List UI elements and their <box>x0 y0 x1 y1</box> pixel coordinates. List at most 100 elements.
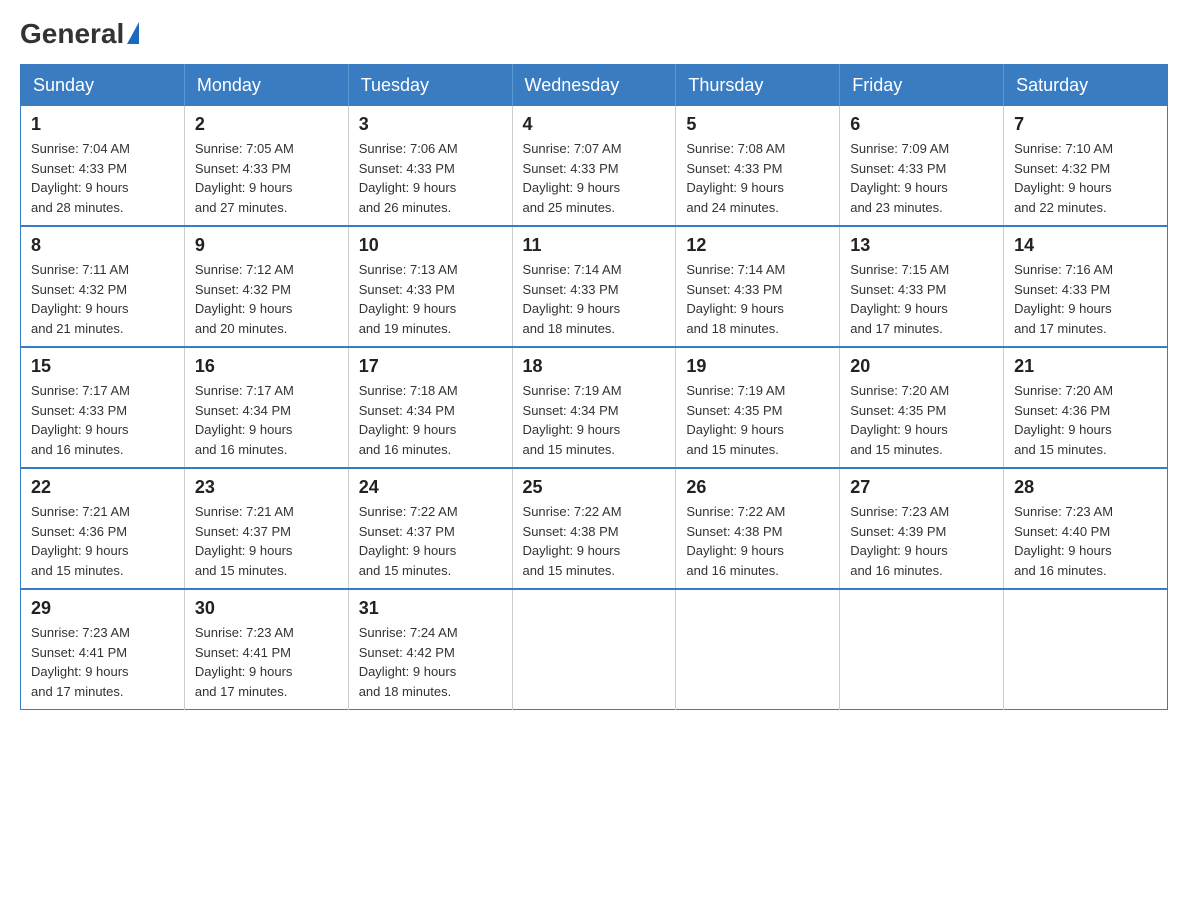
calendar-cell: 1 Sunrise: 7:04 AM Sunset: 4:33 PM Dayli… <box>21 106 185 226</box>
day-header-row: SundayMondayTuesdayWednesdayThursdayFrid… <box>21 65 1168 107</box>
day-info: Sunrise: 7:21 AM Sunset: 4:36 PM Dayligh… <box>31 502 174 580</box>
calendar-cell: 25 Sunrise: 7:22 AM Sunset: 4:38 PM Dayl… <box>512 468 676 589</box>
calendar-cell: 2 Sunrise: 7:05 AM Sunset: 4:33 PM Dayli… <box>184 106 348 226</box>
day-number: 11 <box>523 235 666 256</box>
day-number: 31 <box>359 598 502 619</box>
day-info: Sunrise: 7:05 AM Sunset: 4:33 PM Dayligh… <box>195 139 338 217</box>
day-info: Sunrise: 7:09 AM Sunset: 4:33 PM Dayligh… <box>850 139 993 217</box>
day-number: 7 <box>1014 114 1157 135</box>
day-number: 2 <box>195 114 338 135</box>
calendar-cell: 16 Sunrise: 7:17 AM Sunset: 4:34 PM Dayl… <box>184 347 348 468</box>
day-number: 9 <box>195 235 338 256</box>
day-number: 1 <box>31 114 174 135</box>
calendar-cell: 9 Sunrise: 7:12 AM Sunset: 4:32 PM Dayli… <box>184 226 348 347</box>
logo: General <box>20 20 139 44</box>
calendar-cell: 30 Sunrise: 7:23 AM Sunset: 4:41 PM Dayl… <box>184 589 348 710</box>
day-info: Sunrise: 7:23 AM Sunset: 4:41 PM Dayligh… <box>195 623 338 701</box>
week-row-4: 22 Sunrise: 7:21 AM Sunset: 4:36 PM Dayl… <box>21 468 1168 589</box>
day-info: Sunrise: 7:08 AM Sunset: 4:33 PM Dayligh… <box>686 139 829 217</box>
day-info: Sunrise: 7:24 AM Sunset: 4:42 PM Dayligh… <box>359 623 502 701</box>
day-info: Sunrise: 7:20 AM Sunset: 4:35 PM Dayligh… <box>850 381 993 459</box>
calendar-cell: 22 Sunrise: 7:21 AM Sunset: 4:36 PM Dayl… <box>21 468 185 589</box>
calendar-cell: 21 Sunrise: 7:20 AM Sunset: 4:36 PM Dayl… <box>1004 347 1168 468</box>
day-info: Sunrise: 7:16 AM Sunset: 4:33 PM Dayligh… <box>1014 260 1157 338</box>
day-number: 26 <box>686 477 829 498</box>
day-number: 16 <box>195 356 338 377</box>
day-info: Sunrise: 7:13 AM Sunset: 4:33 PM Dayligh… <box>359 260 502 338</box>
calendar-cell: 24 Sunrise: 7:22 AM Sunset: 4:37 PM Dayl… <box>348 468 512 589</box>
day-info: Sunrise: 7:17 AM Sunset: 4:33 PM Dayligh… <box>31 381 174 459</box>
calendar-cell: 11 Sunrise: 7:14 AM Sunset: 4:33 PM Dayl… <box>512 226 676 347</box>
day-number: 14 <box>1014 235 1157 256</box>
day-number: 4 <box>523 114 666 135</box>
day-number: 8 <box>31 235 174 256</box>
calendar-cell <box>676 589 840 710</box>
day-number: 12 <box>686 235 829 256</box>
day-header-thursday: Thursday <box>676 65 840 107</box>
calendar-cell: 23 Sunrise: 7:21 AM Sunset: 4:37 PM Dayl… <box>184 468 348 589</box>
calendar-cell: 5 Sunrise: 7:08 AM Sunset: 4:33 PM Dayli… <box>676 106 840 226</box>
calendar-cell: 29 Sunrise: 7:23 AM Sunset: 4:41 PM Dayl… <box>21 589 185 710</box>
calendar-table: SundayMondayTuesdayWednesdayThursdayFrid… <box>20 64 1168 710</box>
calendar-cell <box>512 589 676 710</box>
day-number: 24 <box>359 477 502 498</box>
day-info: Sunrise: 7:07 AM Sunset: 4:33 PM Dayligh… <box>523 139 666 217</box>
day-info: Sunrise: 7:15 AM Sunset: 4:33 PM Dayligh… <box>850 260 993 338</box>
day-info: Sunrise: 7:17 AM Sunset: 4:34 PM Dayligh… <box>195 381 338 459</box>
calendar-cell: 15 Sunrise: 7:17 AM Sunset: 4:33 PM Dayl… <box>21 347 185 468</box>
day-header-friday: Friday <box>840 65 1004 107</box>
calendar-cell: 19 Sunrise: 7:19 AM Sunset: 4:35 PM Dayl… <box>676 347 840 468</box>
day-number: 10 <box>359 235 502 256</box>
day-info: Sunrise: 7:23 AM Sunset: 4:39 PM Dayligh… <box>850 502 993 580</box>
day-number: 27 <box>850 477 993 498</box>
week-row-5: 29 Sunrise: 7:23 AM Sunset: 4:41 PM Dayl… <box>21 589 1168 710</box>
day-header-saturday: Saturday <box>1004 65 1168 107</box>
day-number: 22 <box>31 477 174 498</box>
day-info: Sunrise: 7:20 AM Sunset: 4:36 PM Dayligh… <box>1014 381 1157 459</box>
calendar-cell: 10 Sunrise: 7:13 AM Sunset: 4:33 PM Dayl… <box>348 226 512 347</box>
calendar-cell <box>1004 589 1168 710</box>
week-row-1: 1 Sunrise: 7:04 AM Sunset: 4:33 PM Dayli… <box>21 106 1168 226</box>
calendar-cell: 18 Sunrise: 7:19 AM Sunset: 4:34 PM Dayl… <box>512 347 676 468</box>
day-number: 30 <box>195 598 338 619</box>
day-info: Sunrise: 7:10 AM Sunset: 4:32 PM Dayligh… <box>1014 139 1157 217</box>
day-number: 19 <box>686 356 829 377</box>
day-number: 29 <box>31 598 174 619</box>
day-number: 23 <box>195 477 338 498</box>
day-info: Sunrise: 7:19 AM Sunset: 4:34 PM Dayligh… <box>523 381 666 459</box>
day-header-tuesday: Tuesday <box>348 65 512 107</box>
calendar-cell: 28 Sunrise: 7:23 AM Sunset: 4:40 PM Dayl… <box>1004 468 1168 589</box>
day-info: Sunrise: 7:23 AM Sunset: 4:41 PM Dayligh… <box>31 623 174 701</box>
calendar-cell: 20 Sunrise: 7:20 AM Sunset: 4:35 PM Dayl… <box>840 347 1004 468</box>
calendar-cell: 12 Sunrise: 7:14 AM Sunset: 4:33 PM Dayl… <box>676 226 840 347</box>
day-info: Sunrise: 7:14 AM Sunset: 4:33 PM Dayligh… <box>686 260 829 338</box>
day-number: 28 <box>1014 477 1157 498</box>
logo-triangle-icon <box>127 22 139 44</box>
calendar-cell: 4 Sunrise: 7:07 AM Sunset: 4:33 PM Dayli… <box>512 106 676 226</box>
calendar-cell: 3 Sunrise: 7:06 AM Sunset: 4:33 PM Dayli… <box>348 106 512 226</box>
calendar-cell: 17 Sunrise: 7:18 AM Sunset: 4:34 PM Dayl… <box>348 347 512 468</box>
page-header: General <box>20 20 1168 44</box>
calendar-cell: 6 Sunrise: 7:09 AM Sunset: 4:33 PM Dayli… <box>840 106 1004 226</box>
day-info: Sunrise: 7:22 AM Sunset: 4:38 PM Dayligh… <box>523 502 666 580</box>
day-number: 20 <box>850 356 993 377</box>
day-header-sunday: Sunday <box>21 65 185 107</box>
week-row-3: 15 Sunrise: 7:17 AM Sunset: 4:33 PM Dayl… <box>21 347 1168 468</box>
day-number: 3 <box>359 114 502 135</box>
week-row-2: 8 Sunrise: 7:11 AM Sunset: 4:32 PM Dayli… <box>21 226 1168 347</box>
calendar-cell: 8 Sunrise: 7:11 AM Sunset: 4:32 PM Dayli… <box>21 226 185 347</box>
calendar-cell <box>840 589 1004 710</box>
day-number: 18 <box>523 356 666 377</box>
day-info: Sunrise: 7:04 AM Sunset: 4:33 PM Dayligh… <box>31 139 174 217</box>
day-number: 15 <box>31 356 174 377</box>
day-info: Sunrise: 7:06 AM Sunset: 4:33 PM Dayligh… <box>359 139 502 217</box>
day-info: Sunrise: 7:22 AM Sunset: 4:38 PM Dayligh… <box>686 502 829 580</box>
calendar-cell: 14 Sunrise: 7:16 AM Sunset: 4:33 PM Dayl… <box>1004 226 1168 347</box>
calendar-cell: 27 Sunrise: 7:23 AM Sunset: 4:39 PM Dayl… <box>840 468 1004 589</box>
day-number: 17 <box>359 356 502 377</box>
calendar-cell: 26 Sunrise: 7:22 AM Sunset: 4:38 PM Dayl… <box>676 468 840 589</box>
day-info: Sunrise: 7:12 AM Sunset: 4:32 PM Dayligh… <box>195 260 338 338</box>
logo-general: General <box>20 20 124 48</box>
day-info: Sunrise: 7:21 AM Sunset: 4:37 PM Dayligh… <box>195 502 338 580</box>
day-number: 6 <box>850 114 993 135</box>
